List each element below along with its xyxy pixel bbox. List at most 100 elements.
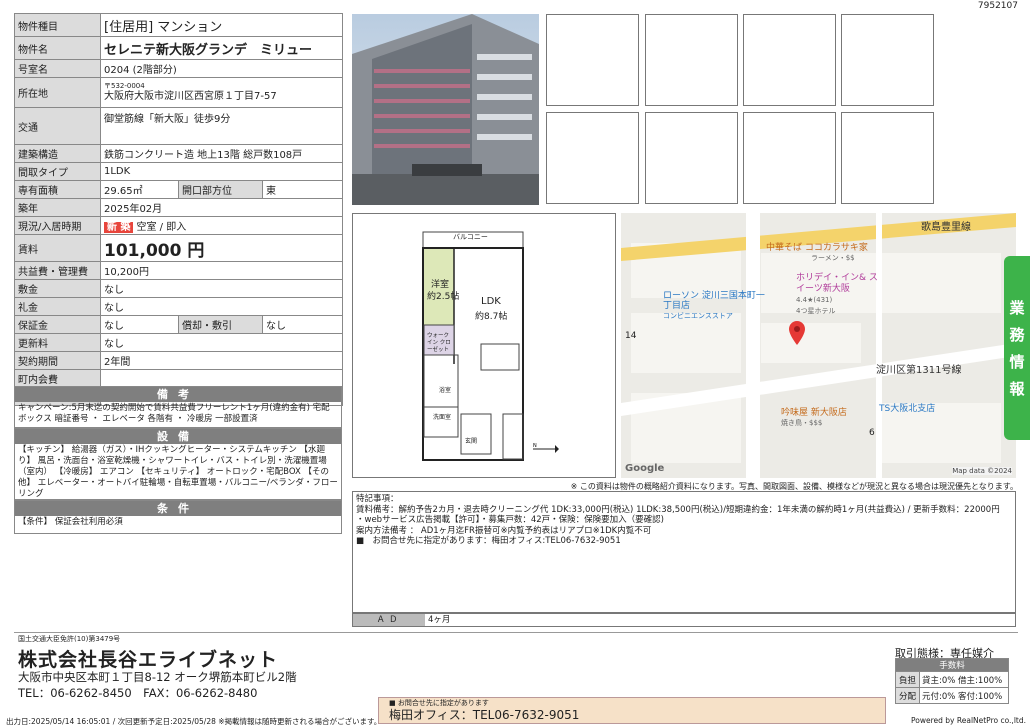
- town-fee-label: 町内会費: [14, 369, 101, 388]
- amort-value: なし: [261, 315, 344, 334]
- note-line: ・webサービス広告掲載【許可】・募集戸数：42戸・保険：保険要加入（要確認): [356, 515, 664, 525]
- poi-hotel-sub: 4つ星ホテル: [796, 307, 836, 315]
- poi-hotel-name: ホリデイ・イン& スイーツ新大阪: [796, 273, 878, 294]
- floor-plan: バルコニー 洋室 約2.5帖 LDK 約8.7帖 ウォークイン クローゼット 浴…: [352, 213, 616, 478]
- poi-lawson-sub: コンビニエンスストア: [663, 312, 733, 320]
- poi-lawson[interactable]: ローソン 淀川三国本町一丁目店 コンビニエンスストア: [663, 291, 773, 321]
- direction-label: 開口部方位: [178, 180, 263, 199]
- poi-yakitori-sub: 焼き鳥・$$$: [781, 419, 823, 427]
- bath-label: 浴室: [439, 387, 452, 394]
- photo-slot-1: [546, 14, 639, 106]
- photo-slot-7: [743, 112, 836, 204]
- north-arrow-icon: N: [533, 443, 559, 453]
- building-photo: [352, 14, 539, 205]
- business-info-tab[interactable]: 業 務 情 報: [1004, 256, 1030, 440]
- mgmt-value: 10,200円: [99, 261, 344, 280]
- conditions-text: 【条件】 保証会社利用必須: [18, 517, 123, 527]
- split-label: 分配: [895, 687, 920, 704]
- ad-value: 4ヶ月: [428, 615, 451, 625]
- side-tab-char: 業: [1009, 299, 1025, 317]
- ad-row: ＡＤ 4ヶ月: [352, 613, 1016, 627]
- layout-value: 1LDK: [99, 162, 344, 181]
- zip-code: 〒532-0004: [104, 82, 145, 90]
- road-label-1: 歌島豊里線: [921, 222, 971, 233]
- room-value: 0204 (2階部分): [99, 59, 344, 78]
- status-label: 現況/入居時期: [14, 216, 101, 235]
- ldk-size: 約8.7帖: [475, 312, 508, 322]
- burden-value: 貸主:0% 借主:100%: [919, 671, 1009, 688]
- remarks-header: 備考: [15, 387, 341, 402]
- address-value: 大阪府大阪市淀川区西宮原１丁目7-57: [104, 91, 277, 102]
- ldk-label: LDK: [481, 296, 501, 307]
- poi-ts[interactable]: TS大阪北支店: [879, 401, 935, 414]
- location-pin-icon[interactable]: [789, 321, 805, 345]
- svg-text:N: N: [533, 443, 537, 449]
- photo-slot-3: [743, 14, 836, 106]
- side-tab-char: 報: [1009, 380, 1025, 398]
- key-money-label: 礼金: [14, 297, 101, 316]
- block-number-14: 14: [625, 331, 637, 341]
- powered-by: Powered by RealNetPro co.,ltd.: [911, 716, 1026, 725]
- facilities-text: 【キッチン】 給湯器（ガス）・IHクッキングヒーター・システムキッチン 【水廻り…: [18, 445, 338, 499]
- remarks-text: キャンペーン:5月末迄の契約開始で賃料共益費フリーレント1ヶ月(違約金有) 宅配…: [18, 403, 330, 424]
- license-number: 国土交通大臣免許(10)第3479号: [18, 635, 121, 643]
- poi-lawson-name: ローソン 淀川三国本町一丁目店: [663, 291, 765, 311]
- poi-ramen[interactable]: 中華そば ココカラサキ家 ラーメン・$$: [766, 240, 868, 263]
- built-label: 築年: [14, 198, 101, 217]
- renewal-value: なし: [99, 333, 344, 352]
- block-number-6: 6: [869, 428, 875, 438]
- deposit-label: 敷金: [14, 279, 101, 298]
- remarks-section: 備考 キャンペーン:5月末迄の契約開始で賃料共益費フリーレント1ヶ月(違約金有)…: [14, 386, 342, 428]
- note-line: 特記事項：: [356, 494, 399, 504]
- poi-hotel-rating: 4.4★(431): [796, 296, 833, 304]
- mgmt-label: 共益費・管理費: [14, 261, 101, 280]
- deposit-value: なし: [99, 279, 344, 298]
- address-label: 所在地: [14, 77, 101, 108]
- key-money-value: なし: [99, 297, 344, 316]
- renewal-label: 更新料: [14, 333, 101, 352]
- side-tab-char: 務: [1009, 326, 1025, 344]
- traffic-label: 交通: [14, 107, 101, 145]
- contact-box: ■ お問合せ先に指定があります 梅田オフィス：TEL06-7632-9051: [378, 697, 886, 724]
- name-label: 物件名: [14, 36, 101, 60]
- guarantee-value: なし: [100, 315, 179, 334]
- poi-hotel[interactable]: ホリデイ・イン& スイーツ新大阪 4.4★(431) 4つ星ホテル: [796, 273, 881, 317]
- poi-ramen-sub: ラーメン・$$: [811, 254, 855, 262]
- poi-ramen-name: 中華そば ココカラサキ家: [766, 243, 868, 253]
- poi-yakitori-name: 吟味屋 新大阪店: [781, 408, 847, 418]
- direction-value: 東: [261, 180, 344, 199]
- location-map[interactable]: 歌島豊里線 淀川区第1311号線 中華そば ココカラサキ家 ラーメン・$$ ローソ…: [621, 213, 1016, 478]
- company-phone: TEL：06-6262-8450 FAX：06-6262-8480: [18, 686, 258, 700]
- photo-slot-8: [841, 112, 934, 204]
- status-value: 空室 / 即入: [136, 222, 187, 233]
- contact-note: ■ お問合せ先に指定があります: [389, 699, 489, 707]
- conditions-section: 条件 【条件】 保証会社利用必須: [14, 500, 342, 534]
- floor-plan-drawing: [422, 231, 524, 461]
- poi-yakitori[interactable]: 吟味屋 新大阪店 焼き鳥・$$$: [781, 405, 847, 428]
- fee-table: 手数料 負担 貸主:0% 借主:100% 分配 元付:0% 客付:100%: [895, 658, 1009, 704]
- area-label: 専有面積: [14, 180, 101, 199]
- facilities-section: 設備 【キッチン】 給湯器（ガス）・IHクッキングヒーター・システムキッチン 【…: [14, 428, 342, 500]
- rent-label: 賃料: [14, 234, 101, 262]
- road-label-2: 淀川区第1311号線: [876, 365, 962, 376]
- note-line: 案内方法備考 ： AD1ヶ月迄FR振替可※内覧予約表はリアプロ※1DK内覧不可: [356, 525, 652, 536]
- contract-label: 契約期間: [14, 351, 101, 370]
- photo-slot-2: [645, 14, 738, 106]
- document-id: 7952107: [977, 1, 1018, 11]
- room-label: 号室名: [14, 59, 101, 78]
- type-label: 物件種目: [14, 13, 101, 37]
- balcony-label: バルコニー: [453, 233, 488, 241]
- area-value: 29.65㎡: [100, 180, 179, 199]
- property-table: 物件種目 [住居用] マンション 物件名 セレニテ新大阪グランデ ミリュー 号室名 0…: [14, 13, 344, 406]
- type-value: [住居用] マンション: [99, 13, 344, 37]
- side-tab-char: 情: [1009, 353, 1025, 371]
- note-line: 賃料備考：解約予告2カ月・退去時クリーニング代 1DK:33,000円(税込) …: [356, 504, 1000, 515]
- closet-label: ウォークイン クローゼット: [427, 333, 451, 353]
- contract-value: 2年間: [99, 351, 344, 370]
- conditions-header: 条件: [15, 501, 341, 516]
- new-badge: 新 築: [104, 222, 134, 233]
- property-name: セレニテ新大阪グランデ ミリュー: [99, 36, 344, 60]
- western-room-size: 約2.5帖: [427, 292, 460, 302]
- traffic-value: 御堂筋線「新大阪」徒歩9分: [99, 107, 344, 145]
- guarantee-label: 保証金: [14, 315, 101, 334]
